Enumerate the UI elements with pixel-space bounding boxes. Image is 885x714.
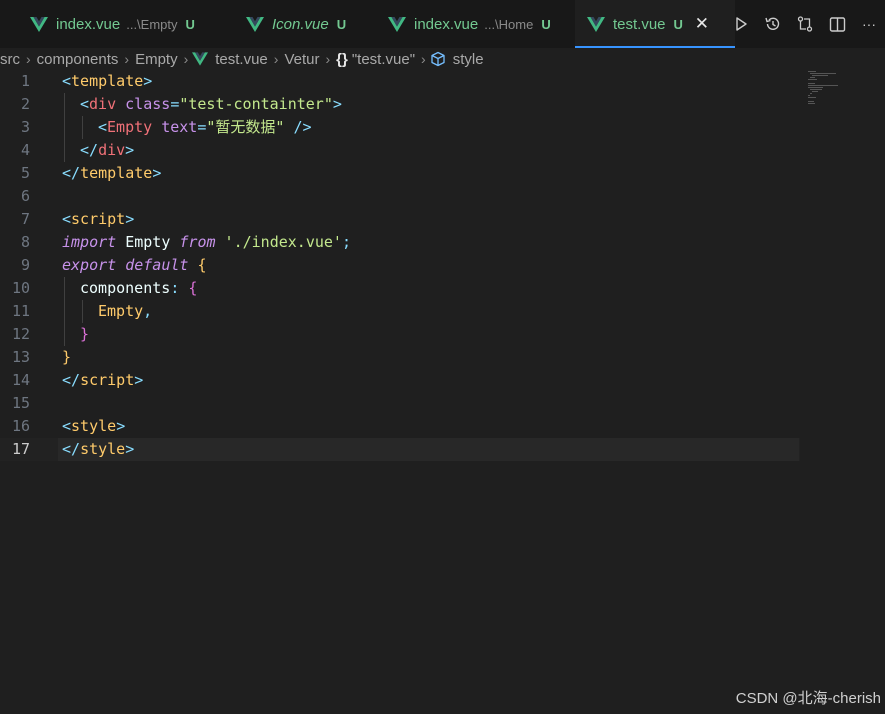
tab-label: test.vue	[613, 15, 666, 33]
code-line: 12 }	[0, 323, 800, 346]
chevron-right-icon: ›	[273, 51, 279, 67]
line-number: 17	[11, 440, 30, 458]
vue-file-icon	[587, 16, 605, 32]
code-text: <style>	[62, 417, 126, 435]
editor-actions: ···	[731, 0, 885, 48]
code-text: }	[80, 325, 90, 343]
code-line: 14 </script>	[0, 369, 800, 392]
breadcrumb-src[interactable]: src	[0, 51, 20, 68]
code-line-current: 17 </style>	[0, 438, 800, 461]
code-text: <Empty text="暂无数据" />	[98, 118, 312, 136]
line-number: 16	[11, 417, 30, 435]
tab-index-vue-empty[interactable]: index.vue ...\Empty U	[0, 0, 218, 48]
tab-description: ...\Empty	[126, 16, 178, 32]
tab-description: ...\Home	[484, 16, 534, 32]
tab-test-vue[interactable]: test.vue U ✕	[575, 0, 735, 48]
code-line: 2 <div class="test-containter">	[0, 93, 800, 116]
code-text: Empty,	[98, 302, 153, 320]
code-text: </style>	[62, 440, 135, 458]
vue-file-icon	[246, 16, 264, 32]
split-editor-icon[interactable]	[827, 14, 847, 34]
more-icon[interactable]: ···	[859, 14, 879, 34]
vue-file-icon	[30, 16, 48, 32]
line-number: 1	[20, 72, 30, 90]
untracked-badge: U	[673, 16, 683, 32]
chevron-right-icon: ›	[26, 51, 31, 67]
code-text: </script>	[62, 371, 144, 389]
close-icon[interactable]: ✕	[693, 14, 711, 34]
minimap[interactable]	[806, 70, 846, 110]
line-number: 8	[20, 233, 30, 251]
tab-icon-vue[interactable]: Icon.vue U	[218, 0, 360, 48]
code-text: <script>	[62, 210, 135, 228]
tab-label: index.vue	[56, 15, 121, 33]
cube-icon	[430, 51, 446, 67]
code-text: </div>	[80, 141, 135, 159]
watermark: CSDN @北海-cherish	[735, 690, 881, 707]
chevron-right-icon: ›	[421, 51, 426, 67]
code-text: </template>	[62, 164, 162, 182]
breadcrumb-object[interactable]: "test.vue"	[352, 51, 415, 68]
code-editor[interactable]: 1 <template> 2 <div class="test-containt…	[0, 70, 800, 470]
vue-file-icon	[388, 16, 406, 32]
untracked-badge: U	[336, 16, 347, 32]
line-number: 15	[11, 394, 30, 412]
code-text: export default {	[62, 256, 207, 274]
code-line: 8 import Empty from './index.vue';	[0, 231, 800, 254]
compare-changes-icon[interactable]	[795, 14, 815, 34]
code-line: 7 <script>	[0, 208, 800, 231]
code-line: 10 components: {	[0, 277, 800, 300]
line-number: 7	[20, 210, 30, 228]
vue-file-icon	[192, 52, 209, 66]
code-text: <template>	[62, 72, 153, 90]
code-text: }	[62, 348, 72, 366]
code-line: 11 Empty,	[0, 300, 800, 323]
tab-label: Icon.vue	[272, 15, 329, 33]
line-number: 4	[20, 141, 30, 159]
code-line: 15	[0, 392, 800, 415]
chevron-right-icon: ›	[124, 51, 130, 67]
code-line: 6	[0, 185, 800, 208]
breadcrumb-empty[interactable]: Empty	[135, 51, 178, 68]
line-number: 5	[20, 164, 30, 182]
untracked-badge: U	[185, 16, 195, 32]
line-number: 6	[20, 187, 30, 205]
code-line: 1 <template>	[0, 70, 800, 93]
chevron-right-icon: ›	[183, 51, 189, 67]
line-number: 3	[20, 118, 30, 136]
line-number: 10	[11, 279, 30, 297]
breadcrumb-components[interactable]: components	[37, 51, 119, 68]
chevron-right-icon: ›	[325, 51, 331, 67]
code-text: import Empty from './index.vue';	[62, 233, 351, 251]
timeline-icon[interactable]	[763, 14, 783, 34]
code-line: 4 </div>	[0, 139, 800, 162]
line-number: 14	[11, 371, 30, 389]
code-line: 5 </template>	[0, 162, 800, 185]
code-line: 13 }	[0, 346, 800, 369]
code-text: <div class="test-containter">	[80, 95, 342, 113]
breadcrumb-file[interactable]: test.vue	[215, 51, 268, 68]
code-line: 3 <Empty text="暂无数据" />	[0, 116, 800, 139]
code-text: components: {	[80, 279, 198, 297]
untracked-badge: U	[541, 16, 551, 32]
line-number: 9	[20, 256, 30, 274]
tab-index-vue-home[interactable]: index.vue ...\Home U	[360, 0, 575, 48]
breadcrumb-vetur[interactable]: Vetur	[284, 51, 319, 68]
object-braces-icon: {}	[336, 50, 348, 68]
tab-label: index.vue	[414, 15, 479, 33]
current-line-highlight	[58, 438, 799, 461]
breadcrumb: src › components › Empty › test.vue › Ve…	[0, 48, 885, 70]
line-number: 13	[11, 348, 30, 366]
line-number: 12	[11, 325, 30, 343]
run-icon[interactable]	[731, 14, 751, 34]
code-line: 9 export default {	[0, 254, 800, 277]
breadcrumb-style[interactable]: style	[453, 51, 484, 68]
code-line: 16 <style>	[0, 415, 800, 438]
line-number: 11	[11, 302, 30, 320]
line-number: 2	[20, 95, 30, 113]
